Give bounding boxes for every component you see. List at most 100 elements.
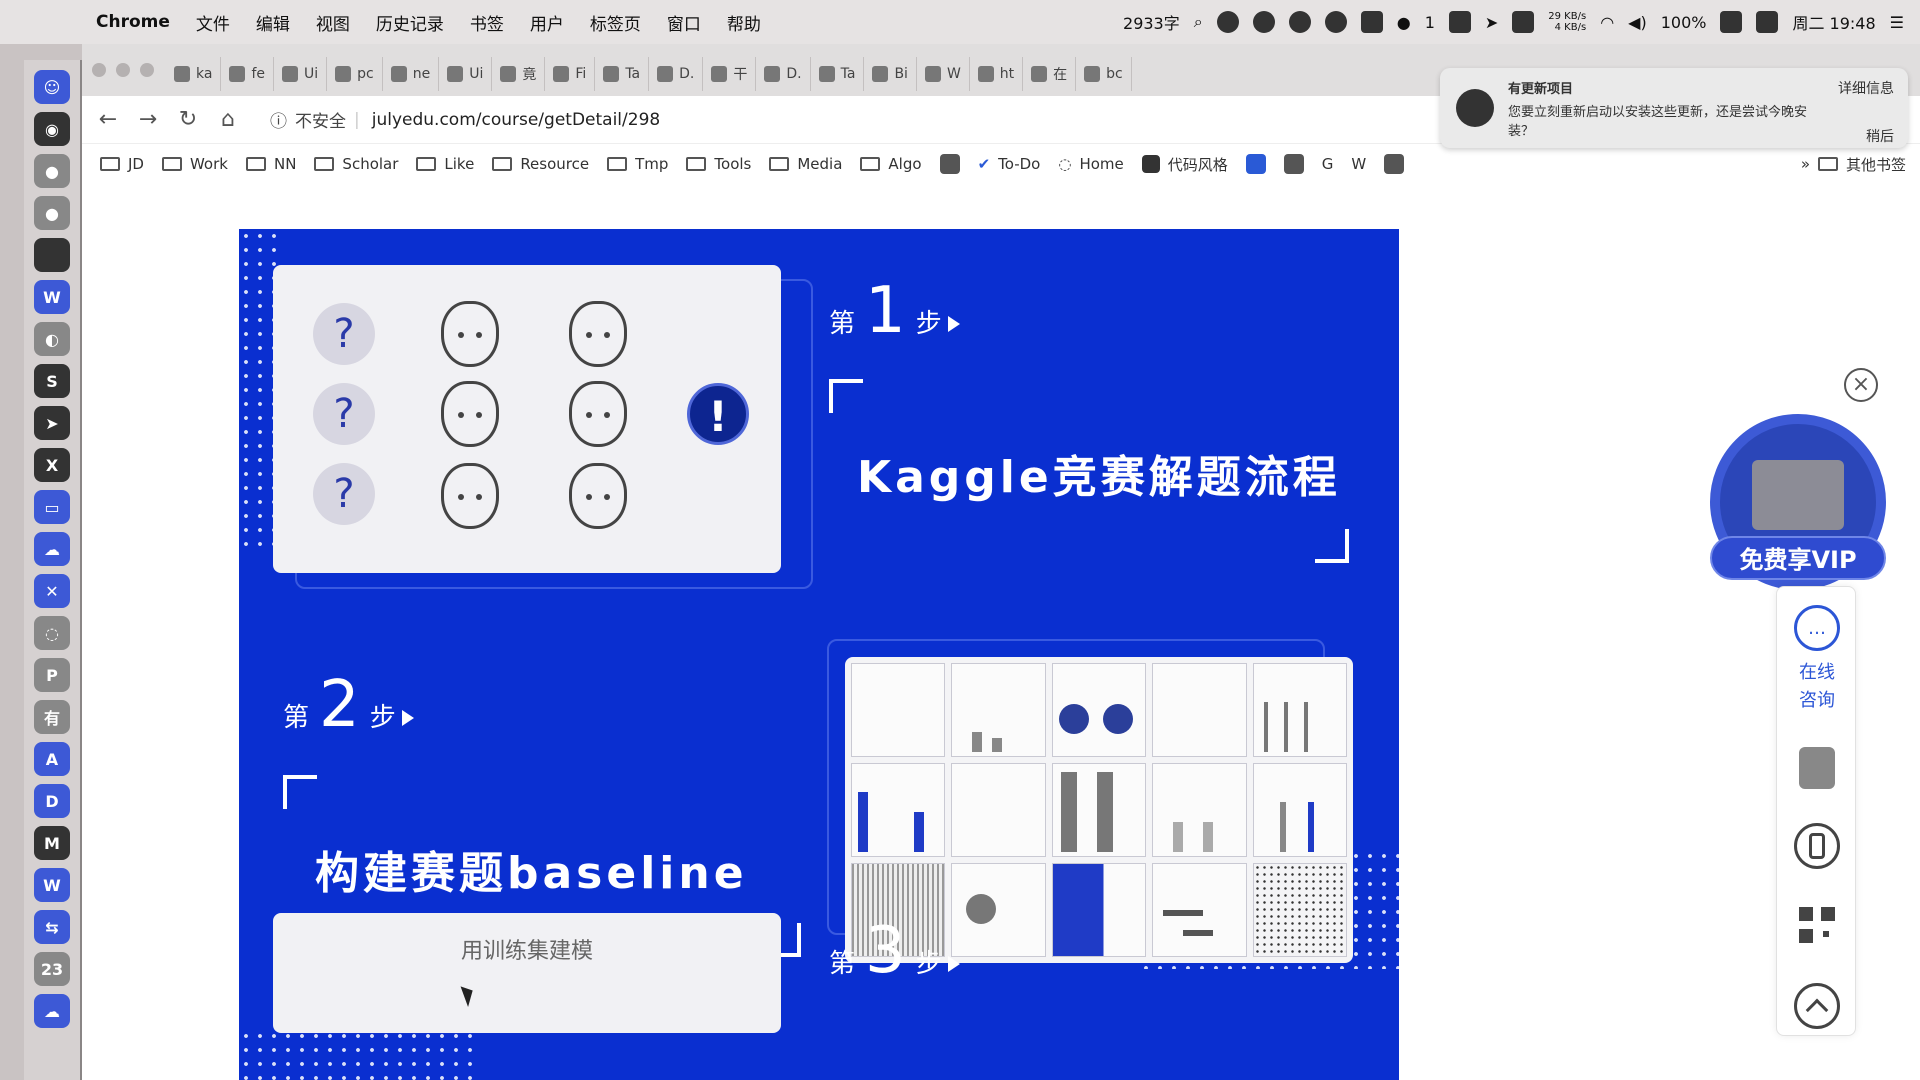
battery-icon[interactable] (1720, 11, 1743, 33)
browser-tab[interactable]: W (917, 57, 970, 91)
cloud-icon[interactable] (1252, 11, 1275, 33)
apple-icon[interactable] (50, 11, 72, 33)
browser-tab[interactable]: 在 (1023, 57, 1077, 91)
zoom-window-button[interactable] (140, 63, 154, 77)
back-icon[interactable]: ← (94, 106, 122, 134)
bookmark-other[interactable]: 其他书签 (1817, 154, 1906, 175)
bookmark-resource[interactable]: Resource (492, 155, 589, 173)
back-to-top-button[interactable] (1777, 983, 1857, 1029)
browser-tab[interactable]: Fi (545, 57, 596, 91)
qq-icon[interactable]: ● (34, 196, 70, 230)
browser-tab[interactable]: ne (383, 57, 440, 91)
address-bar[interactable]: julyedu.com/course/getDetail/298 (372, 110, 660, 130)
pycharm-icon[interactable]: P (34, 658, 70, 692)
later-button[interactable]: 稍后 (1838, 126, 1894, 146)
preview-icon[interactable]: ▭ (34, 490, 70, 524)
clock[interactable]: 周二 19:48 (1792, 10, 1875, 34)
browser-tab[interactable]: Ui (274, 57, 328, 91)
bookmark-media[interactable]: Media (769, 155, 842, 173)
youdao-icon[interactable]: 有 (34, 700, 70, 734)
send-icon[interactable]: ➤ (1485, 13, 1498, 32)
status-app-icon[interactable] (1216, 11, 1239, 33)
browser-tab[interactable]: D. (756, 57, 811, 91)
bookmark-algo[interactable]: Algo (860, 155, 922, 173)
sync-icon[interactable]: ◌ (34, 616, 70, 650)
teamviewer-dock-icon[interactable]: ⇆ (34, 910, 70, 944)
excel-icon[interactable]: X (34, 448, 70, 482)
menu-bookmarks[interactable]: 书签 (470, 10, 504, 35)
word-doc-icon[interactable]: W (34, 868, 70, 902)
bookmark-code-style[interactable]: 代码风格 (1141, 154, 1228, 175)
vscode-icon[interactable]: M (34, 826, 70, 860)
mobile-button[interactable] (1777, 823, 1857, 869)
terminal-icon[interactable] (34, 238, 70, 272)
bookmark-tools[interactable]: Tools (686, 155, 751, 173)
menu-tabs[interactable]: 标签页 (590, 10, 641, 35)
menu-help[interactable]: 帮助 (727, 10, 761, 35)
display-icon[interactable] (1512, 11, 1535, 33)
google-icon[interactable]: G (1322, 155, 1334, 173)
bookmarks-more[interactable]: » (1801, 155, 1810, 173)
browser-tab[interactable]: Ta (811, 57, 865, 91)
search-app-icon[interactable] (1288, 11, 1311, 33)
wikipedia-icon[interactable]: W (1351, 155, 1366, 173)
bookmark-nn[interactable]: NN (245, 155, 296, 173)
menu-view[interactable]: 视图 (316, 10, 350, 35)
bookmark-work[interactable]: Work (161, 155, 228, 173)
menu-file[interactable]: 文件 (196, 10, 230, 35)
word-icon[interactable]: W (34, 280, 70, 314)
browser-tab[interactable]: Ta (595, 57, 650, 91)
close-window-button[interactable] (92, 63, 106, 77)
input-method-icon[interactable] (1756, 11, 1779, 33)
word-count[interactable]: 2933字 (1123, 10, 1180, 34)
bookmark-like[interactable]: Like (416, 155, 474, 173)
bookmark-avatar-icon[interactable] (939, 154, 960, 174)
free-vip-button[interactable]: 免费享VIP (1710, 536, 1886, 580)
wechat-dock-icon[interactable]: ● (34, 154, 70, 188)
minimize-window-button[interactable] (116, 63, 130, 77)
security-indicator[interactable]: ⓘ 不安全 | (270, 107, 360, 133)
finder-icon[interactable]: ☺ (34, 70, 70, 104)
baidu-pan-icon[interactable]: ☁ (34, 532, 70, 566)
browser-tab[interactable]: 竟 (492, 57, 546, 91)
browser-tab[interactable]: 干 (703, 57, 757, 91)
bookmark-scholar[interactable]: Scholar (314, 155, 398, 173)
spotlight-icon[interactable]: ⌕ (1194, 12, 1203, 32)
menu-edit[interactable]: 编辑 (256, 10, 290, 35)
menu-app-name[interactable]: Chrome (96, 12, 170, 32)
browser-tab[interactable]: fe (221, 57, 274, 91)
browser-tab[interactable]: bc (1076, 57, 1132, 91)
close-float-button[interactable]: × (1844, 368, 1878, 402)
app-store-icon[interactable]: A (34, 742, 70, 776)
menu-profile[interactable]: 用户 (530, 10, 564, 35)
qrcode-button[interactable] (1777, 907, 1857, 943)
bookmark-shield-icon[interactable] (1384, 154, 1405, 174)
xmind-icon[interactable]: ✕ (34, 574, 70, 608)
calendar-icon[interactable]: 23 (34, 952, 70, 986)
settings-app-icon[interactable] (1324, 11, 1347, 33)
wifi-icon[interactable]: ◠ (1600, 13, 1614, 32)
reload-icon[interactable]: ↻ (174, 106, 202, 134)
browser-tab[interactable]: Ui (439, 57, 493, 91)
volume-icon[interactable]: ◀) (1628, 13, 1647, 32)
browser-tab[interactable]: ka (166, 57, 222, 91)
bookmark-box-icon[interactable] (1283, 154, 1304, 174)
browser-tab[interactable]: pc (327, 57, 383, 91)
browser-tab[interactable]: ht (970, 57, 1024, 91)
teamviewer-icon[interactable] (1448, 11, 1471, 33)
bookmark-todo[interactable]: ✔ To-Do (978, 155, 1041, 173)
browser-tab[interactable]: Bi (864, 57, 917, 91)
bookmark-tmp[interactable]: Tmp (607, 155, 668, 173)
drive-icon[interactable] (1360, 11, 1383, 33)
icloud-icon[interactable]: ☁ (34, 994, 70, 1028)
online-consult-button[interactable]: … 在线咨询 (1777, 605, 1857, 715)
notification-center-icon[interactable]: ☰ (1890, 13, 1904, 32)
update-notification[interactable]: 有更新项目 您要立刻重新启动以安装这些更新，还是尝试今晚安装？ 详细信息 稍后 (1440, 68, 1908, 148)
bookmark-blue-icon[interactable] (1245, 154, 1266, 174)
bookmark-jd[interactable]: JD (100, 155, 144, 173)
gift-button[interactable] (1777, 747, 1857, 789)
browser-tab[interactable]: D. (649, 57, 704, 91)
bookmark-home[interactable]: ◌ Home (1058, 155, 1123, 173)
chrome-icon[interactable]: ◉ (34, 112, 70, 146)
wechat-icon[interactable]: ● (1397, 13, 1411, 32)
